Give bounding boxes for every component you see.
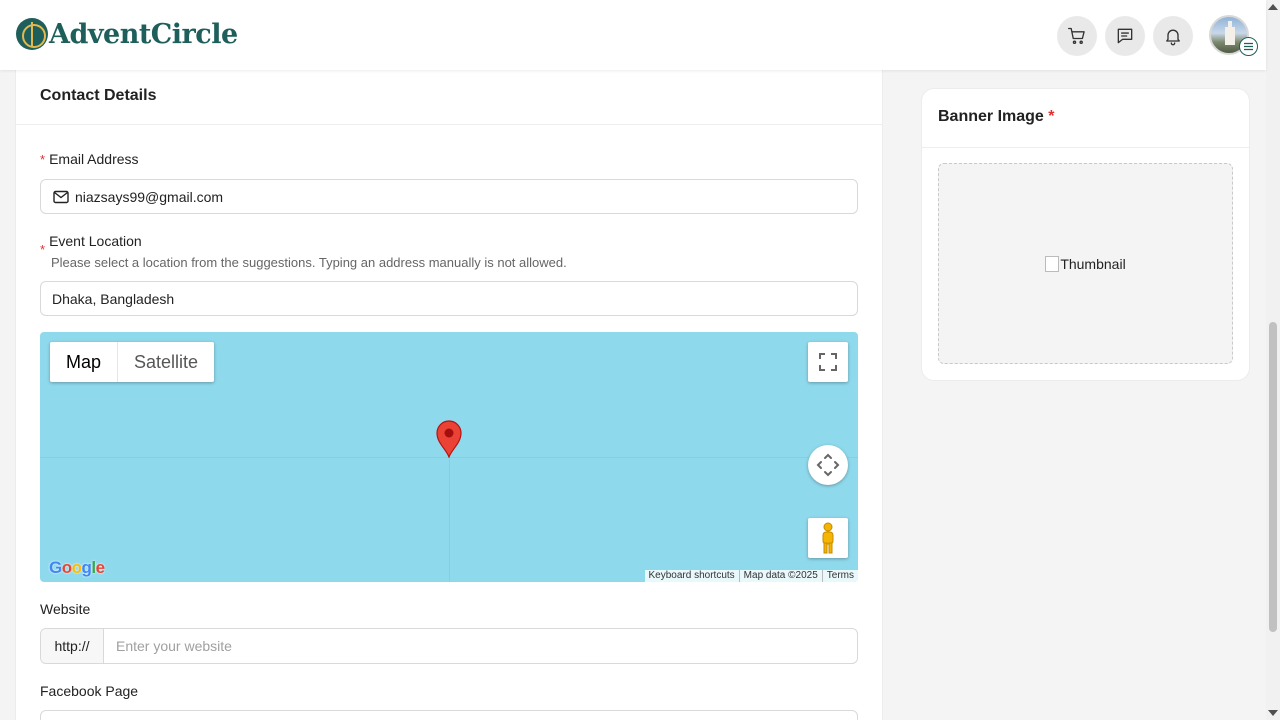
- pegman-icon: [822, 522, 834, 554]
- street-view-pegman[interactable]: [808, 518, 848, 558]
- location-map[interactable]: Map Satellite Google Keyboard shortcuts …: [40, 332, 858, 582]
- map-gridline: [449, 457, 450, 582]
- email-value: niazsays99@gmail.com: [75, 188, 224, 205]
- brand-logo[interactable]: AdventCircle: [16, 18, 238, 50]
- website-placeholder: Enter your website: [116, 638, 232, 654]
- fullscreen-icon: [819, 353, 837, 371]
- email-label: * Email Address: [40, 151, 139, 167]
- map-type-control: Map Satellite: [50, 342, 215, 382]
- contact-details-card: Contact Details * Email Address niazsays9…: [16, 70, 882, 720]
- keyboard-shortcuts-link[interactable]: Keyboard shortcuts: [645, 570, 739, 582]
- section-title: Contact Details: [40, 87, 157, 104]
- menu-icon[interactable]: [1239, 37, 1258, 56]
- map-pin-icon[interactable]: [435, 420, 463, 463]
- map-attribution: Keyboard shortcuts Map data ©2025 Terms: [644, 570, 858, 582]
- cart-icon: [1068, 27, 1085, 45]
- facebook-field[interactable]: [40, 710, 858, 720]
- logo-icon: [16, 18, 48, 50]
- google-logo[interactable]: Google: [49, 558, 105, 578]
- move-arrows-icon: [816, 453, 840, 477]
- banner-upload-area[interactable]: Thumbnail: [938, 163, 1233, 364]
- required-mark: *: [40, 152, 46, 167]
- required-mark: *: [40, 242, 46, 257]
- map-type-map-button[interactable]: Map: [50, 342, 119, 382]
- cart-button[interactable]: [1057, 16, 1097, 56]
- mail-icon: [53, 190, 69, 204]
- location-hint: Please select a location from the sugges…: [51, 255, 567, 270]
- website-field[interactable]: http:// Enter your website: [40, 628, 858, 664]
- bell-icon: [1166, 29, 1180, 46]
- location-value: Dhaka, Bangladesh: [52, 290, 175, 307]
- notifications-button[interactable]: [1153, 16, 1193, 56]
- scroll-down-icon[interactable]: [1268, 710, 1278, 716]
- brand-name: AdventCircle: [49, 18, 238, 50]
- broken-image-icon: [1045, 255, 1060, 272]
- website-prefix: http://: [41, 629, 104, 663]
- thumbnail-image: Thumbnail: [1045, 255, 1126, 272]
- facebook-label: Facebook Page: [40, 683, 139, 699]
- map-type-satellite-button[interactable]: Satellite: [118, 342, 214, 382]
- card-header: Contact Details: [16, 70, 882, 125]
- scrollbar-thumb[interactable]: [1269, 322, 1277, 632]
- location-field[interactable]: Dhaka, Bangladesh: [40, 281, 858, 316]
- website-label: Website: [40, 601, 91, 617]
- scroll-up-icon[interactable]: [1268, 4, 1278, 10]
- camera-control-button[interactable]: [808, 445, 848, 485]
- terms-link[interactable]: Terms: [821, 570, 858, 582]
- banner-title: Banner Image *: [922, 89, 1249, 148]
- map-data-text: Map data ©2025: [738, 570, 822, 582]
- top-header: AdventCircle: [0, 0, 1266, 70]
- fullscreen-button[interactable]: [808, 342, 848, 382]
- messages-button[interactable]: [1105, 16, 1145, 56]
- chat-icon: [1117, 28, 1133, 44]
- banner-image-card: Banner Image * Thumbnail: [922, 89, 1249, 380]
- location-label: *Event Location: [40, 233, 142, 257]
- page-scrollbar[interactable]: [1266, 0, 1280, 720]
- email-field[interactable]: niazsays99@gmail.com: [40, 179, 858, 214]
